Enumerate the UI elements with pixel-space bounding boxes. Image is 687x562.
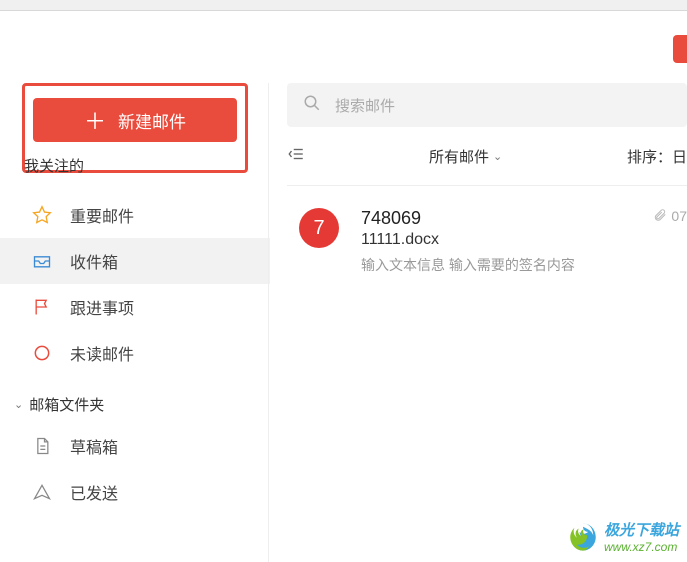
avatar-initial: 7 — [313, 217, 324, 240]
inbox-icon — [32, 251, 52, 271]
flag-icon — [32, 297, 52, 317]
watermark-text: 极光下载站 www.xz7.com — [604, 519, 679, 554]
list-header: 所有邮件 ⌄ 排序：日 — [287, 145, 687, 167]
collapse-sidebar-icon[interactable] — [287, 145, 305, 167]
email-preview: 输入文本信息 输入需要的签名内容 — [361, 255, 637, 275]
watermark-logo-icon — [566, 520, 600, 554]
chevron-down-icon: ⌄ — [493, 150, 502, 163]
sidebar-item-drafts[interactable]: 草稿箱 — [0, 423, 270, 469]
app-header — [0, 11, 687, 59]
sidebar-item-label: 未读邮件 — [70, 341, 134, 365]
sort-prefix: 排序： — [627, 149, 672, 166]
sidebar-item-unread[interactable]: 未读邮件 — [0, 330, 270, 376]
sort-dropdown[interactable]: 排序：日 — [627, 146, 687, 167]
circle-icon — [32, 343, 52, 363]
sidebar-item-important[interactable]: 重要邮件 — [0, 192, 270, 238]
email-subject: 11111.docx — [361, 231, 637, 249]
email-body: 748069 11111.docx 输入文本信息 输入需要的签名内容 — [361, 208, 637, 275]
sidebar-item-sent[interactable]: 已发送 — [0, 469, 270, 515]
filter-dropdown[interactable]: 所有邮件 ⌄ — [429, 146, 502, 167]
draft-icon — [32, 436, 52, 456]
sidebar-item-label: 已发送 — [70, 480, 118, 504]
app-logo-partial — [673, 35, 687, 63]
sidebar-item-inbox[interactable]: 收件箱 — [0, 238, 270, 284]
window-titlebar-strip — [0, 0, 687, 11]
sidebar-section-followed: 我关注的 — [0, 155, 270, 176]
search-icon — [303, 94, 321, 116]
sent-icon — [32, 482, 52, 502]
search-placeholder: 搜索邮件 — [335, 95, 395, 116]
compose-button[interactable]: ＋ 新建邮件 — [33, 98, 237, 142]
watermark-url: www.xz7.com — [604, 540, 679, 554]
sidebar-section-folders[interactable]: ⌄ 邮箱文件夹 — [0, 394, 270, 415]
email-meta: 07 — [637, 208, 687, 275]
search-input[interactable]: 搜索邮件 — [287, 83, 687, 127]
main-layout: ＋ 新建邮件 我关注的 重要邮件 收件箱 跟进事项 — [0, 59, 687, 562]
sidebar-item-label: 重要邮件 — [70, 203, 134, 227]
sidebar-section-label: 邮箱文件夹 — [29, 394, 104, 415]
attachment-icon — [653, 208, 667, 225]
email-sender: 748069 — [361, 208, 637, 229]
watermark-cn: 极光下载站 — [604, 519, 679, 540]
watermark: 极光下载站 www.xz7.com — [566, 519, 679, 554]
sidebar: ＋ 新建邮件 我关注的 重要邮件 收件箱 跟进事项 — [0, 83, 270, 562]
sidebar-item-label: 收件箱 — [70, 249, 118, 273]
email-list-item[interactable]: 7 748069 11111.docx 输入文本信息 输入需要的签名内容 07 — [269, 186, 687, 289]
sort-value: 日 — [672, 149, 687, 166]
email-date: 07 — [671, 208, 687, 224]
sidebar-item-followup[interactable]: 跟进事项 — [0, 284, 270, 330]
star-icon — [32, 205, 52, 225]
chevron-down-icon: ⌄ — [14, 398, 23, 411]
avatar: 7 — [299, 208, 339, 248]
plus-icon: ＋ — [84, 104, 106, 136]
compose-button-label: 新建邮件 — [118, 108, 186, 133]
filter-label-text: 所有邮件 — [429, 146, 489, 167]
sidebar-item-label: 草稿箱 — [70, 434, 118, 458]
content-pane: 搜索邮件 所有邮件 ⌄ 排序：日 7 748069 11111.docx 输入文… — [268, 83, 687, 562]
sidebar-item-label: 跟进事项 — [70, 295, 134, 319]
